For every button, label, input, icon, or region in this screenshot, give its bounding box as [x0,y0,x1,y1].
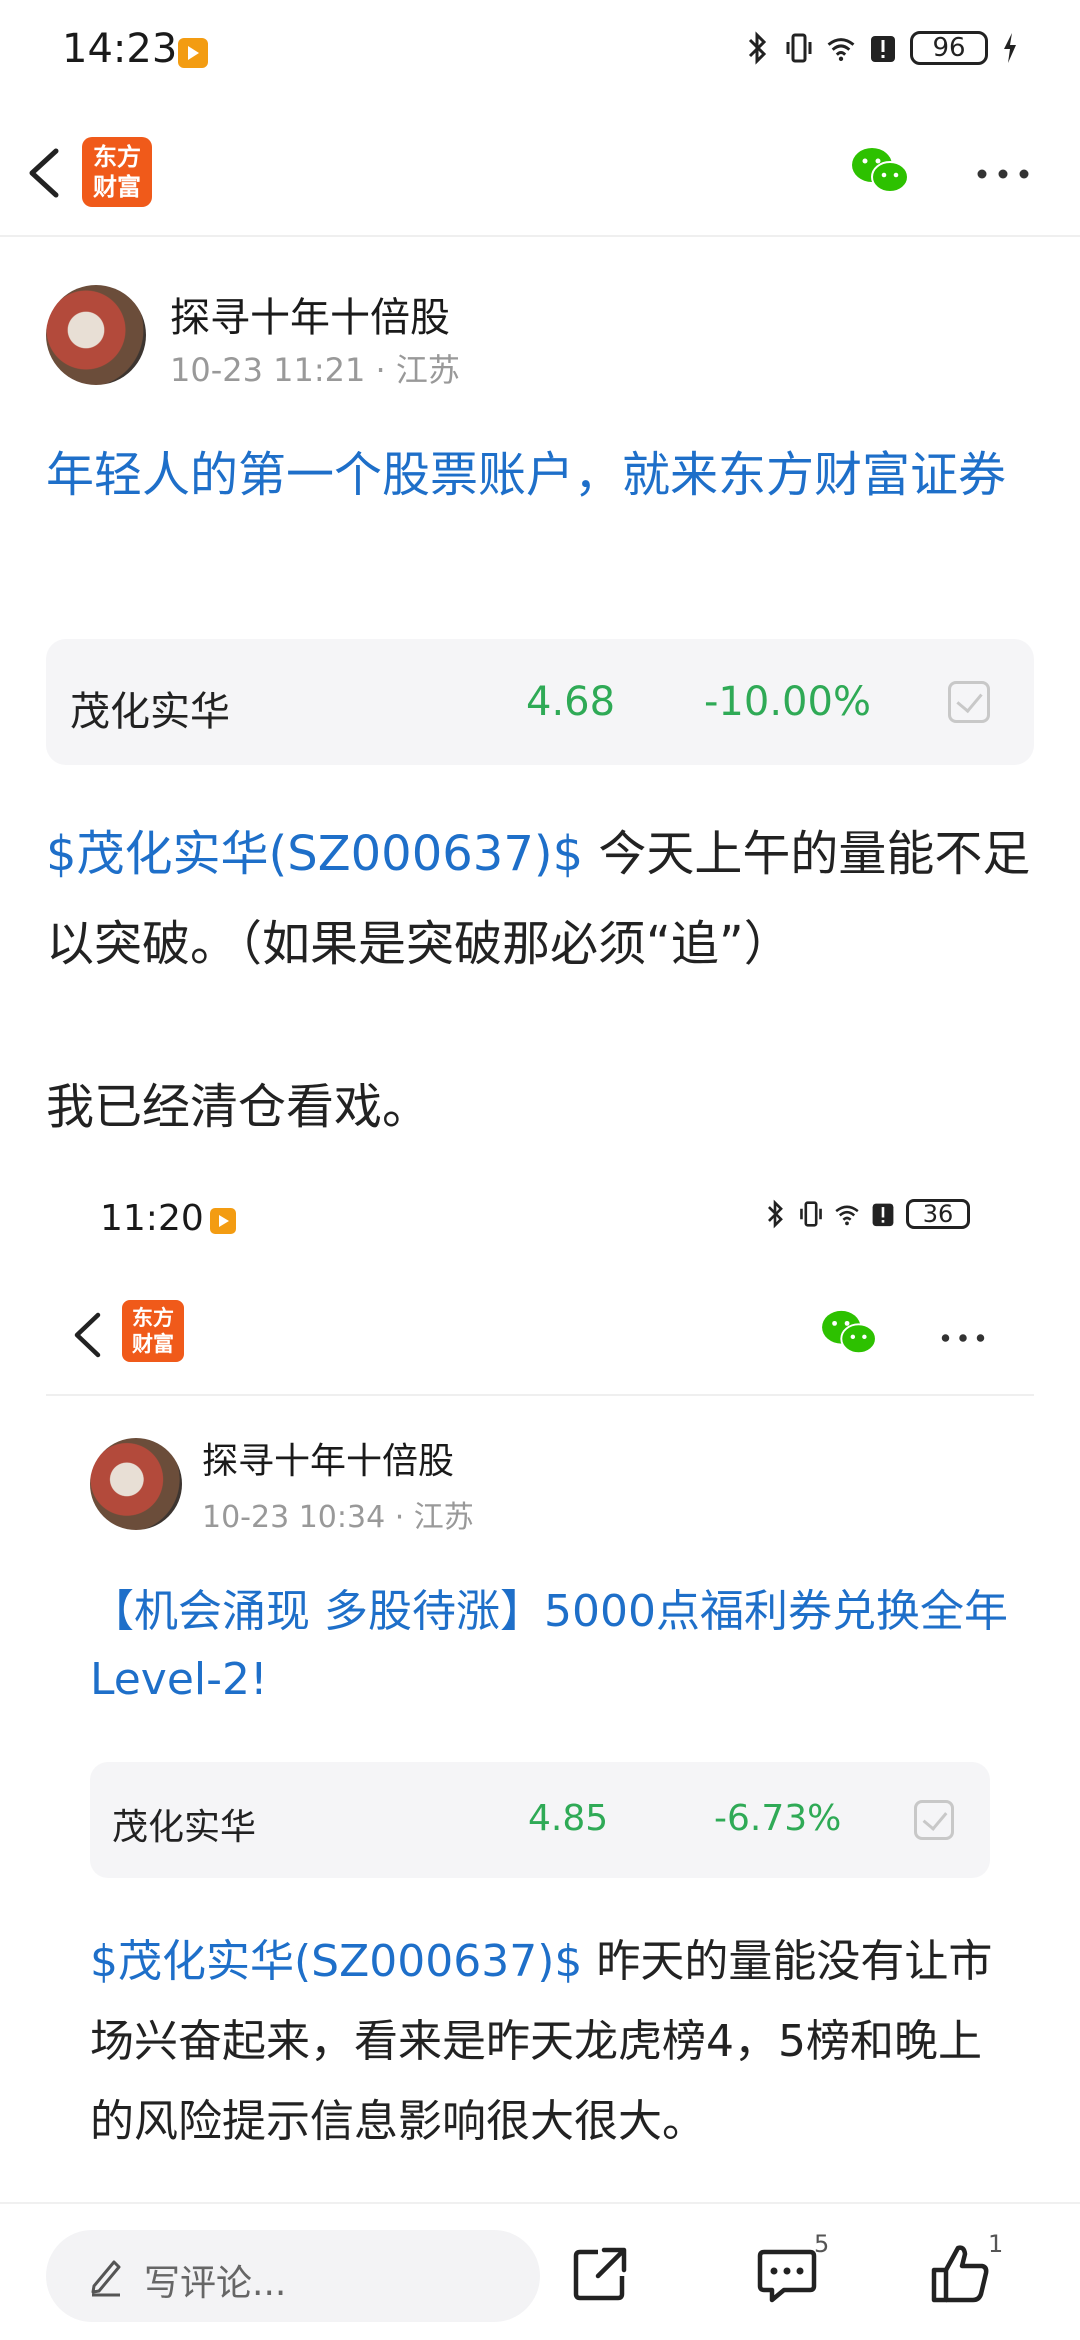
embedded-stock-price: 4.85 [528,1798,609,1839]
embedded-author-name: 探寻十年十倍股 [202,1441,455,1482]
vibrate-icon [798,1198,824,1230]
avatar[interactable] [46,285,146,385]
embedded-post-body: $茂化实华(SZ000637)$ 昨天的量能没有让市场兴奋起来，看来是昨天龙虎榜… [90,1922,1020,2162]
comment-input[interactable]: 写评论... [46,2230,540,2322]
post-body: $茂化实华(SZ000637)$ 今天上午的量能不足以突破。（如果是突破那必须“… [46,809,1046,989]
comment-icon[interactable] [756,2244,818,2304]
bluetooth-icon [762,1198,788,1230]
alert-icon [870,1198,896,1230]
battery-indicator: 96 [910,31,988,65]
embedded-watchlist-checkbox [914,1800,954,1840]
wechat-icon[interactable] [850,145,910,197]
stock-name: 茂化实华 [70,689,230,735]
embedded-back-icon [68,1310,108,1360]
alert-icon [868,30,898,66]
status-icons: 96 [742,30,1020,66]
bluetooth-icon [742,30,772,66]
embedded-post-meta: 10-23 10:34 · 江苏 [202,1500,474,1535]
embedded-avatar [90,1438,182,1530]
pen-icon [86,2254,126,2298]
embedded-divider [46,1394,1034,1396]
author-name[interactable]: 探寻十年十倍股 [170,285,450,343]
watchlist-checkbox[interactable] [948,681,990,723]
stock-price: 4.68 [526,679,616,725]
stock-tag-link[interactable]: $茂化实华(SZ000637)$ [46,826,583,882]
like-count: 1 [988,2230,1004,2258]
embedded-stock-card: 茂化实华 4.85 -6.73% [90,1762,990,1878]
bottom-bar: 写评论... 5 1 [0,2202,1080,2340]
like-icon[interactable] [930,2242,990,2304]
comment-placeholder: 写评论... [144,2263,287,2304]
wifi-icon [834,1198,860,1230]
back-icon[interactable] [22,145,68,201]
charging-icon [1000,31,1020,65]
embedded-more-icon [938,1328,988,1342]
post-headline-link[interactable]: 年轻人的第一个股票账户，就来东方财富证券 [46,437,1046,513]
vibrate-icon [784,30,814,66]
embedded-wechat-icon [820,1308,878,1358]
notification-icon [178,38,208,68]
embedded-screenshot[interactable]: 11:20 36 东方 财富 探寻十年十倍股 10-23 10:34 · 江苏 【… [0,1170,1080,2202]
embedded-eastmoney-logo: 东方 财富 [122,1300,184,1362]
embedded-battery-indicator: 36 [906,1199,970,1229]
eastmoney-logo[interactable]: 东方 财富 [82,137,152,207]
more-icon[interactable] [976,165,1030,179]
embedded-stock-change: -6.73% [714,1798,842,1839]
stock-card[interactable]: 茂化实华 4.68 -10.00% [46,639,1034,765]
share-icon[interactable] [570,2244,630,2304]
post-meta: 10-23 11:21 · 江苏 [170,351,460,389]
status-bar: 14:23 96 [0,0,1080,105]
status-time: 14:23 [62,26,178,72]
embedded-stock-tag: $茂化实华(SZ000637)$ [90,1936,583,1987]
embedded-status-time: 11:20 [100,1198,204,1239]
embedded-status-icons: 36 [762,1198,970,1230]
embedded-notification-icon [210,1208,236,1234]
comment-count: 5 [814,2230,830,2258]
app-bar: 东方 财富 [0,105,1080,237]
stock-change: -10.00% [704,679,871,725]
wifi-icon [826,30,856,66]
embedded-headline: 【机会涌现 多股待涨】5000点福利券兑换全年Level-2! [90,1586,1008,1705]
post-body-2: 我已经清仓看戏。 [46,1079,431,1135]
embedded-stock-name: 茂化实华 [112,1807,257,1848]
